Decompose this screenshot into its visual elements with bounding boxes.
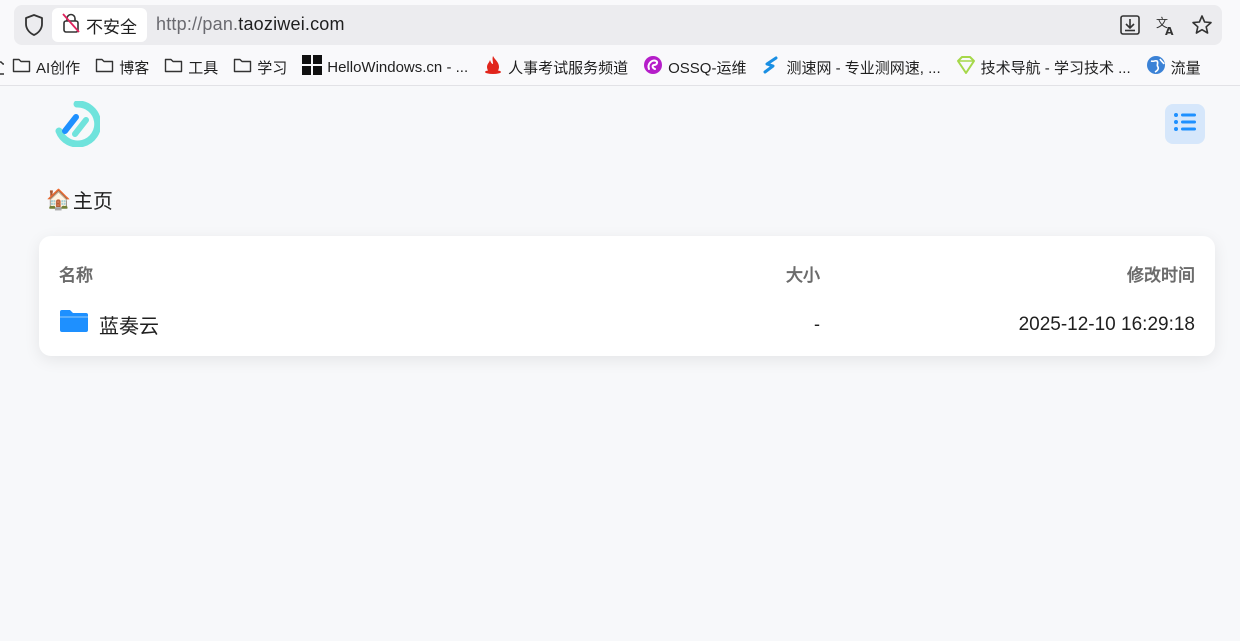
url-actions: 文A [1118,13,1214,37]
column-header-size[interactable]: 大小 [786,261,820,286]
menu-button[interactable] [1165,104,1205,144]
file-table: 名称 大小 修改时间 蓝奏云 - 2025-12-10 16:29:18 [39,236,1215,356]
folder-icon [164,57,183,77]
bookmark-label: OSSQ-运维 [668,59,747,77]
address-bar[interactable]: 不安全 http://pan.taoziwei.com 文A [14,5,1222,45]
s-logo-icon [761,55,781,79]
bookmark-item[interactable]: 流量 [1146,55,1201,79]
url-prefix: http://pan. [156,14,239,34]
file-size: - [814,314,820,334]
url-text[interactable]: http://pan.taoziwei.com [156,14,345,35]
bookmark-item[interactable]: HelloWindows.cn - ... [302,55,468,79]
globe-icon [1146,55,1166,79]
folder-icon [233,57,252,77]
list-icon [1173,111,1197,138]
url-host: taoziwei.com [238,14,345,34]
bookmark-label: 流量 [1170,59,1201,77]
windows-icon [302,55,323,79]
shield-icon[interactable] [22,13,46,37]
download-icon[interactable] [1118,13,1142,37]
breadcrumb[interactable]: 🏠 主页 [46,185,113,214]
swirl-icon [643,55,663,79]
file-modified-time: 2025-12-10 16:29:18 [1018,314,1195,335]
bookmark-label: 学习 [257,59,288,77]
bookmarks-bar: AI创作 博客 工具 学习 HelloWindows.cn - ... 人事考试… [0,52,1240,82]
fire-icon [483,55,503,79]
bookmark-label: 人事考试服务频道 [508,59,629,77]
folder-icon [59,309,89,339]
bookmark-item[interactable]: 博客 [95,57,149,78]
folder-icon [95,57,114,77]
breadcrumb-home-label: 主页 [72,191,113,213]
site-logo[interactable] [54,100,102,148]
svg-text:A: A [1165,25,1174,36]
insecure-badge[interactable]: 不安全 [52,8,147,42]
diamond-icon [956,55,976,79]
bookmark-item[interactable]: 工具 [164,57,218,78]
translate-icon[interactable]: 文A [1154,13,1178,37]
column-header-name[interactable]: 名称 [59,261,93,286]
file-name-cell[interactable]: 蓝奏云 [59,309,159,339]
bookmark-item[interactable]: 人事考试服务频道 [483,55,628,79]
bookmark-label: 测速网 - 专业测网速, ... [786,59,941,77]
bookmark-label: HelloWindows.cn - ... [327,58,469,76]
bookmark-label: 技术导航 - 学习技术 ... [980,59,1131,77]
insecure-label: 不安全 [86,17,137,37]
folder-icon [12,57,31,77]
home-icon: 🏠 [46,189,71,211]
bookmark-item[interactable]: OSSQ-运维 [643,55,746,79]
file-name: 蓝奏云 [99,315,159,338]
bookmark-label: 博客 [119,59,150,77]
bookmark-label: AI创作 [36,59,81,77]
star-icon[interactable] [1190,13,1214,37]
bookmark-item[interactable]: 技术导航 - 学习技术 ... [956,55,1131,79]
bookmark-clipped[interactable] [0,59,4,75]
insecure-lock-icon [62,12,80,38]
column-header-time[interactable]: 修改时间 [1127,261,1195,286]
bookmark-item[interactable]: 测速网 - 专业测网速, ... [761,55,941,79]
bookmark-label: 工具 [188,59,219,77]
bookmark-item[interactable]: AI创作 [12,57,80,78]
browser-chrome: 不安全 http://pan.taoziwei.com 文A AI创作 博客 工… [0,0,1240,86]
bookmark-item[interactable]: 学习 [233,57,287,78]
